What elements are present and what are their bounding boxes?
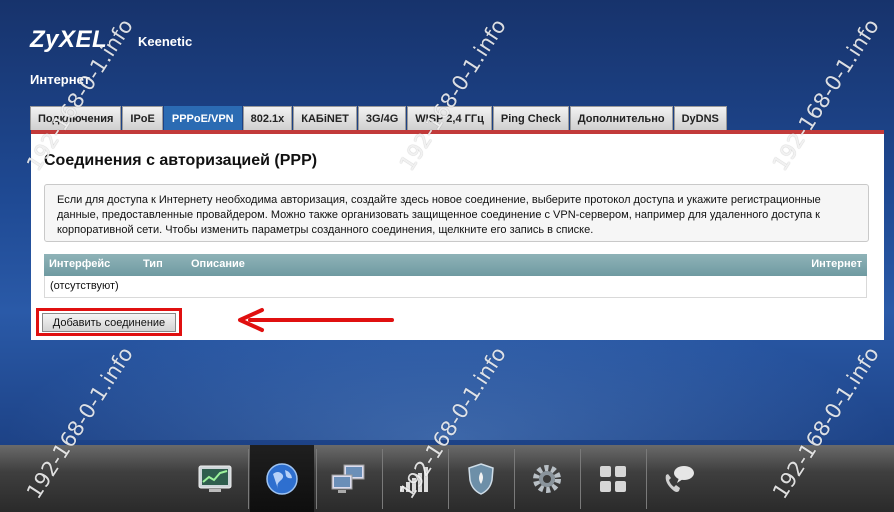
tab-ipoe[interactable]: IPoE [122, 106, 163, 130]
tab-kabinet[interactable]: КАБiNET [293, 106, 357, 130]
signal-bars-icon [400, 466, 428, 492]
info-box: Если для доступа к Интернету необходима … [44, 184, 869, 242]
header: ZyXEL Keenetic Интернет [0, 0, 894, 105]
dock-home-network-button[interactable] [317, 445, 381, 512]
dock-wifi-button[interactable] [383, 445, 447, 512]
connections-table: Интерфейс Тип Описание Интернет (отсутст… [44, 254, 867, 298]
tab-dydns[interactable]: DyDNS [673, 106, 727, 130]
monitor-chart-icon [198, 465, 232, 492]
phone-chat-icon [665, 465, 694, 492]
table-row: (отсутствуют) [44, 276, 867, 298]
highlight-frame: Добавить соединение [36, 308, 182, 336]
product-name: Keenetic [138, 34, 193, 49]
brand-logo: ZyXEL [30, 26, 108, 53]
tab-ping-check[interactable]: Ping Check [492, 106, 569, 130]
add-connection-button[interactable]: Добавить соединение [42, 313, 176, 332]
dock-separator [248, 449, 249, 509]
tab-wisp[interactable]: WISP 2,4 ГГц [407, 106, 492, 130]
column-interface: Интерфейс [49, 258, 111, 270]
dock-telephony-button[interactable] [647, 445, 711, 512]
section-title: Интернет [30, 72, 91, 87]
tab-bar: Подключения IPoE PPPoE/VPN 802.1x КАБiNE… [30, 106, 728, 130]
apps-grid-icon [600, 465, 626, 492]
empty-list-text: (отсутствуют) [50, 280, 119, 292]
column-description: Описание [191, 258, 245, 270]
dock-security-button[interactable] [449, 445, 513, 512]
dock-system-button[interactable] [515, 445, 579, 512]
tab-advanced[interactable]: Дополнительно [569, 106, 673, 130]
panel-title: Соединения с авторизацией (PPP) [44, 152, 318, 169]
column-type: Тип [143, 258, 163, 270]
shield-icon [468, 462, 494, 495]
network-computers-icon [331, 464, 365, 493]
column-internet: Интернет [811, 258, 862, 270]
table-header: Интерфейс Тип Описание Интернет [44, 254, 867, 276]
gear-icon [533, 464, 561, 493]
bottom-dock [0, 445, 894, 512]
content-panel: Соединения с авторизацией (PPP) Если для… [31, 130, 884, 340]
tab-connections[interactable]: Подключения [30, 106, 122, 130]
dock-applications-button[interactable] [581, 445, 645, 512]
dock-internet-button[interactable] [250, 445, 314, 512]
globe-icon [266, 462, 298, 495]
pointer-arrow-icon [238, 308, 394, 332]
tab-pppoe-vpn[interactable]: PPPoE/VPN [163, 106, 242, 130]
dock-monitor-button[interactable] [183, 445, 247, 512]
tab-8021x[interactable]: 802.1x [242, 106, 293, 130]
tab-3g4g[interactable]: 3G/4G [357, 106, 407, 130]
